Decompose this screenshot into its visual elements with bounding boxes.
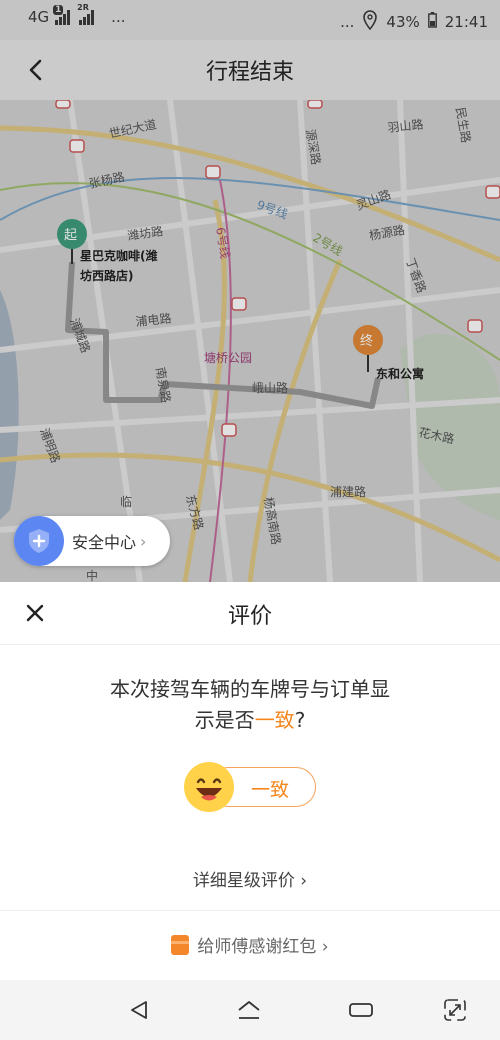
rating-header: 评价 bbox=[0, 582, 500, 645]
location-icon bbox=[362, 10, 378, 34]
page-title: 行程结束 bbox=[205, 60, 294, 85]
sim2-label: 2R bbox=[77, 3, 89, 12]
battery-icon bbox=[427, 12, 437, 32]
nav-home-button[interactable] bbox=[232, 994, 266, 1026]
question-line2: 示是否一致? bbox=[60, 705, 440, 736]
status-bar: 4G 1 2R ... ... 43% 21:41 bbox=[0, 0, 500, 40]
system-nav-bar bbox=[0, 980, 500, 1040]
sim1-signal-icon: 1 bbox=[53, 5, 73, 25]
recents-icon bbox=[349, 1003, 373, 1017]
rating-title: 评价 bbox=[227, 604, 272, 629]
status-right-more: ... bbox=[340, 13, 355, 31]
shield-icon bbox=[14, 516, 64, 566]
nav-screenshot-button[interactable] bbox=[438, 994, 472, 1026]
network-type: 4G bbox=[28, 8, 50, 26]
rating-sheet: 评价 本次接驾车辆的车牌号与订单显 示是否一致? 一致 详细星级评价 › 给师傅… bbox=[0, 582, 500, 980]
safety-center-label: 安全中心 bbox=[72, 533, 137, 552]
expand-icon bbox=[444, 999, 466, 1021]
divider bbox=[0, 910, 500, 911]
battery-percent: 43% bbox=[386, 13, 420, 31]
red-packet-icon bbox=[171, 934, 190, 955]
red-packet-link[interactable]: 给师傅感谢红包 › bbox=[0, 932, 500, 957]
nav-recents-button[interactable] bbox=[344, 994, 378, 1026]
detailed-rating-link[interactable]: 详细星级评价 › bbox=[0, 866, 500, 891]
back-triangle-icon bbox=[131, 1001, 147, 1019]
consistent-button[interactable]: 一致 bbox=[184, 762, 316, 812]
title-bar: 行程结束 bbox=[0, 40, 500, 100]
safety-center-button[interactable]: 安全中心 › bbox=[14, 516, 170, 566]
sim1-badge: 1 bbox=[53, 5, 64, 15]
question-prefix: 示是否 bbox=[194, 708, 255, 732]
chevron-right-icon: › bbox=[140, 531, 147, 551]
consistent-label: 一致 bbox=[251, 779, 290, 801]
route-map[interactable]: 世纪大道 张杨路 潍坊路 浦城路 浦电路 南泉路 峨山路 源深路 羽山路 灵山路… bbox=[0, 100, 500, 582]
sim2-signal-icon: 2R bbox=[77, 3, 97, 25]
plate-question: 本次接驾车辆的车牌号与订单显 示是否一致? bbox=[60, 674, 440, 736]
question-line1: 本次接驾车辆的车牌号与订单显 bbox=[110, 677, 390, 701]
status-left-more: ... bbox=[111, 8, 126, 26]
red-packet-label: 给师傅感谢红包 › bbox=[197, 937, 329, 957]
nav-back-button[interactable] bbox=[122, 994, 156, 1026]
smiley-face-icon bbox=[184, 762, 234, 812]
clock: 21:41 bbox=[444, 13, 488, 31]
question-suffix: ? bbox=[294, 708, 306, 732]
question-highlight: 一致 bbox=[254, 708, 295, 732]
home-icon bbox=[238, 1001, 260, 1019]
